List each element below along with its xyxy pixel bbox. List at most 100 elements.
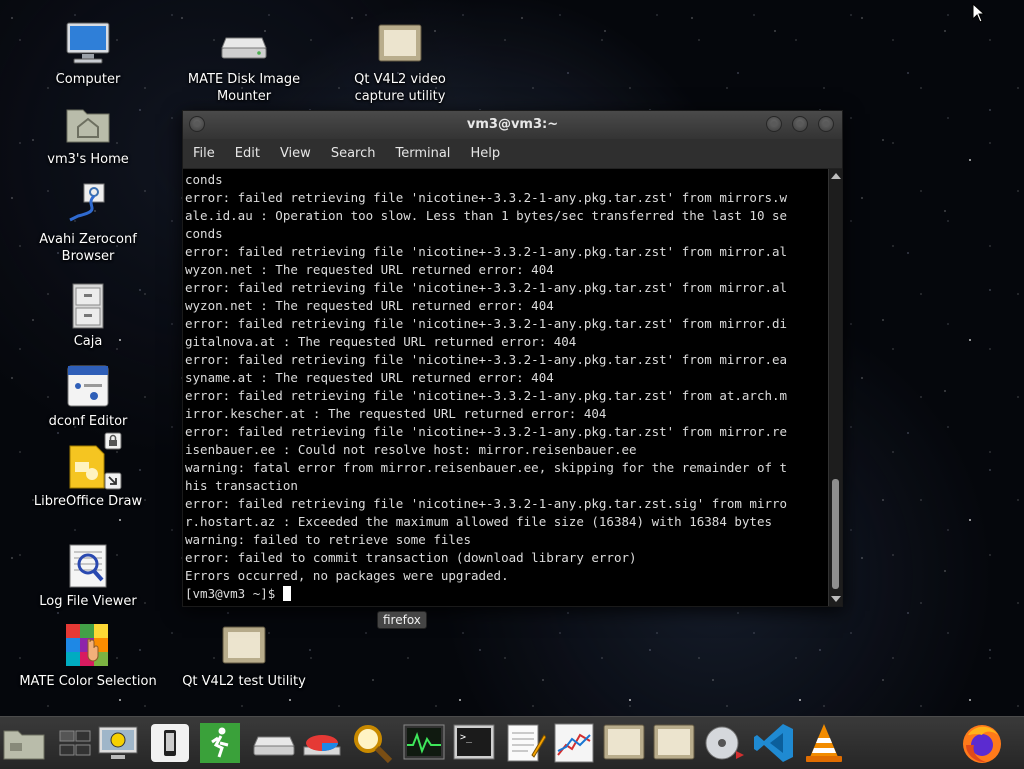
close-button[interactable] bbox=[818, 116, 834, 132]
desktop-icon-avahi[interactable]: Avahi Zeroconf Browser bbox=[18, 180, 158, 265]
scroll-down-arrow-icon[interactable] bbox=[831, 596, 841, 602]
window-title: vm3@vm3:~ bbox=[466, 117, 559, 132]
desktop-icon-disk-image-mounter[interactable]: MATE Disk Image Mounter bbox=[174, 20, 314, 105]
maximize-button[interactable] bbox=[792, 116, 808, 132]
scroll-up-arrow-icon[interactable] bbox=[831, 173, 841, 179]
terminal-line: syname.at : The requested URL returned e… bbox=[185, 370, 554, 385]
shortcut-arrow-icon bbox=[104, 472, 122, 490]
desktop-icon-dconf[interactable]: dconf Editor bbox=[18, 362, 158, 430]
minimize-button[interactable] bbox=[766, 116, 782, 132]
terminal-prompt-line[interactable]: [vm3@vm3 ~]$ bbox=[185, 585, 826, 603]
settings-editor-icon bbox=[64, 362, 112, 410]
menu-search[interactable]: Search bbox=[331, 146, 376, 161]
menu-view[interactable]: View bbox=[280, 146, 311, 161]
terminal-line: error: failed retrieving file 'nicotine+… bbox=[185, 352, 788, 367]
disk-mounter-icon[interactable] bbox=[702, 721, 746, 765]
terminal-line: warning: failed to retrieve some files bbox=[185, 532, 471, 547]
show-desktop-icon[interactable] bbox=[2, 721, 46, 765]
scrollbar-thumb[interactable] bbox=[832, 479, 839, 589]
desktop-icon-computer[interactable]: Computer bbox=[18, 20, 158, 88]
log-viewer-icon bbox=[64, 542, 112, 590]
desktop-icon-home[interactable]: vm3's Home bbox=[18, 100, 158, 168]
desktop-icon-label: Caja bbox=[73, 334, 103, 349]
system-monitor-icon[interactable] bbox=[96, 721, 140, 765]
desktop-icon-label: MATE Color Selection bbox=[19, 674, 157, 689]
terminal-scrollbar[interactable] bbox=[828, 169, 842, 606]
firefox-icon[interactable] bbox=[960, 721, 1004, 765]
video-capture-icon[interactable] bbox=[602, 721, 646, 765]
terminal-line: isenbauer.ee : Could not resolve host: m… bbox=[185, 442, 637, 457]
computer-icon bbox=[64, 20, 112, 68]
terminal-prompt: [vm3@vm3 ~]$ bbox=[185, 586, 283, 601]
terminal-output[interactable]: conds error: failed retrieving file 'nico… bbox=[183, 169, 826, 606]
menu-help[interactable]: Help bbox=[470, 146, 500, 161]
window-titlebar[interactable]: vm3@vm3:~ bbox=[183, 111, 842, 139]
desktop-icon-label: Log File Viewer bbox=[39, 594, 137, 609]
exit-icon[interactable] bbox=[198, 721, 242, 765]
video-test-icon[interactable] bbox=[652, 721, 696, 765]
terminal-line: error: failed retrieving file 'nicotine+… bbox=[185, 496, 788, 511]
vlc-icon[interactable] bbox=[802, 721, 846, 765]
desktop-icon-label: Qt V4L2 video capture utility bbox=[354, 72, 446, 104]
terminal-line: gitalnova.at : The requested URL returne… bbox=[185, 334, 577, 349]
chart-icon[interactable] bbox=[552, 721, 596, 765]
terminal-line: warning: fatal error from mirror.reisenb… bbox=[185, 460, 788, 475]
desktop-icon-label: MATE Disk Image Mounter bbox=[187, 72, 301, 104]
desktop-icon-label: Avahi Zeroconf Browser bbox=[39, 232, 137, 264]
terminal-line: his transaction bbox=[185, 478, 298, 493]
terminal-line: conds bbox=[185, 172, 223, 187]
terminal-line: ale.id.au : Operation too slow. Less tha… bbox=[185, 208, 788, 223]
desktop-icon-caja[interactable]: Caja bbox=[18, 282, 158, 350]
desktop-icon-label: vm3's Home bbox=[47, 152, 129, 167]
activity-monitor-icon[interactable] bbox=[402, 721, 446, 765]
taskbar-tooltip: firefox bbox=[377, 611, 427, 629]
desktop-icon-label: Qt V4L2 test Utility bbox=[182, 674, 306, 689]
lock-icon bbox=[104, 432, 122, 450]
menu-file[interactable]: File bbox=[193, 146, 215, 161]
disk-usage-icon[interactable] bbox=[300, 721, 344, 765]
terminal-line: error: failed retrieving file 'nicotine+… bbox=[185, 280, 788, 295]
terminal-line: error: failed retrieving file 'nicotine+… bbox=[185, 388, 788, 403]
terminal-line: error: failed retrieving file 'nicotine+… bbox=[185, 424, 788, 439]
terminal-cursor bbox=[282, 586, 291, 601]
mouse-pointer-icon bbox=[972, 3, 986, 23]
terminal-window[interactable]: vm3@vm3:~ File Edit View Search Terminal… bbox=[182, 110, 843, 607]
draw-document-icon bbox=[64, 432, 122, 490]
desktop-icon-label: dconf Editor bbox=[48, 414, 128, 429]
desktop-icon-label: LibreOffice Draw bbox=[33, 494, 143, 509]
vscode-icon[interactable] bbox=[752, 721, 796, 765]
terminal-line: wyzon.net : The requested URL returned e… bbox=[185, 298, 554, 313]
workspace-switcher-icon[interactable] bbox=[52, 721, 96, 765]
desktop-icon-qt-v4l2-capture[interactable]: Qt V4L2 video capture utility bbox=[330, 20, 470, 105]
video-test-icon bbox=[220, 622, 268, 670]
taskbar: >_ bbox=[0, 716, 1024, 769]
terminal-line: error: failed retrieving file 'nicotine+… bbox=[185, 244, 788, 259]
network-browser-icon bbox=[64, 180, 112, 228]
file-cabinet-icon bbox=[64, 282, 112, 330]
home-folder-icon bbox=[64, 100, 112, 148]
menu-terminal[interactable]: Terminal bbox=[395, 146, 450, 161]
terminal-line: error: failed to commit transaction (dow… bbox=[185, 550, 637, 565]
phone-icon[interactable] bbox=[148, 721, 192, 765]
desktop-icon-label: Computer bbox=[55, 72, 121, 87]
search-icon[interactable] bbox=[350, 721, 394, 765]
desktop-icon-qt-v4l2-test[interactable]: Qt V4L2 test Utility bbox=[174, 622, 314, 690]
video-capture-icon bbox=[376, 20, 424, 68]
disk-icon[interactable] bbox=[252, 721, 296, 765]
terminal-icon[interactable]: >_ bbox=[452, 721, 496, 765]
desktop-icon-color-selection[interactable]: MATE Color Selection bbox=[18, 622, 158, 690]
terminal-line: error: failed retrieving file 'nicotine+… bbox=[185, 316, 788, 331]
text-editor-icon[interactable] bbox=[502, 721, 547, 765]
desktop-icon-libreoffice-draw[interactable]: LibreOffice Draw bbox=[18, 432, 158, 510]
color-palette-icon bbox=[64, 622, 112, 670]
desktop-icon-log-viewer[interactable]: Log File Viewer bbox=[18, 542, 158, 610]
menu-edit[interactable]: Edit bbox=[235, 146, 260, 161]
terminal-line: conds bbox=[185, 226, 223, 241]
terminal-line: error: failed retrieving file 'nicotine+… bbox=[185, 190, 788, 205]
terminal-line: irror.kescher.at : The requested URL ret… bbox=[185, 406, 607, 421]
svg-text:>_: >_ bbox=[460, 732, 473, 743]
menu-bar: File Edit View Search Terminal Help bbox=[183, 139, 842, 169]
disk-icon bbox=[220, 20, 268, 68]
terminal-line: wyzon.net : The requested URL returned e… bbox=[185, 262, 554, 277]
terminal-line: Errors occurred, no packages were upgrad… bbox=[185, 568, 509, 583]
